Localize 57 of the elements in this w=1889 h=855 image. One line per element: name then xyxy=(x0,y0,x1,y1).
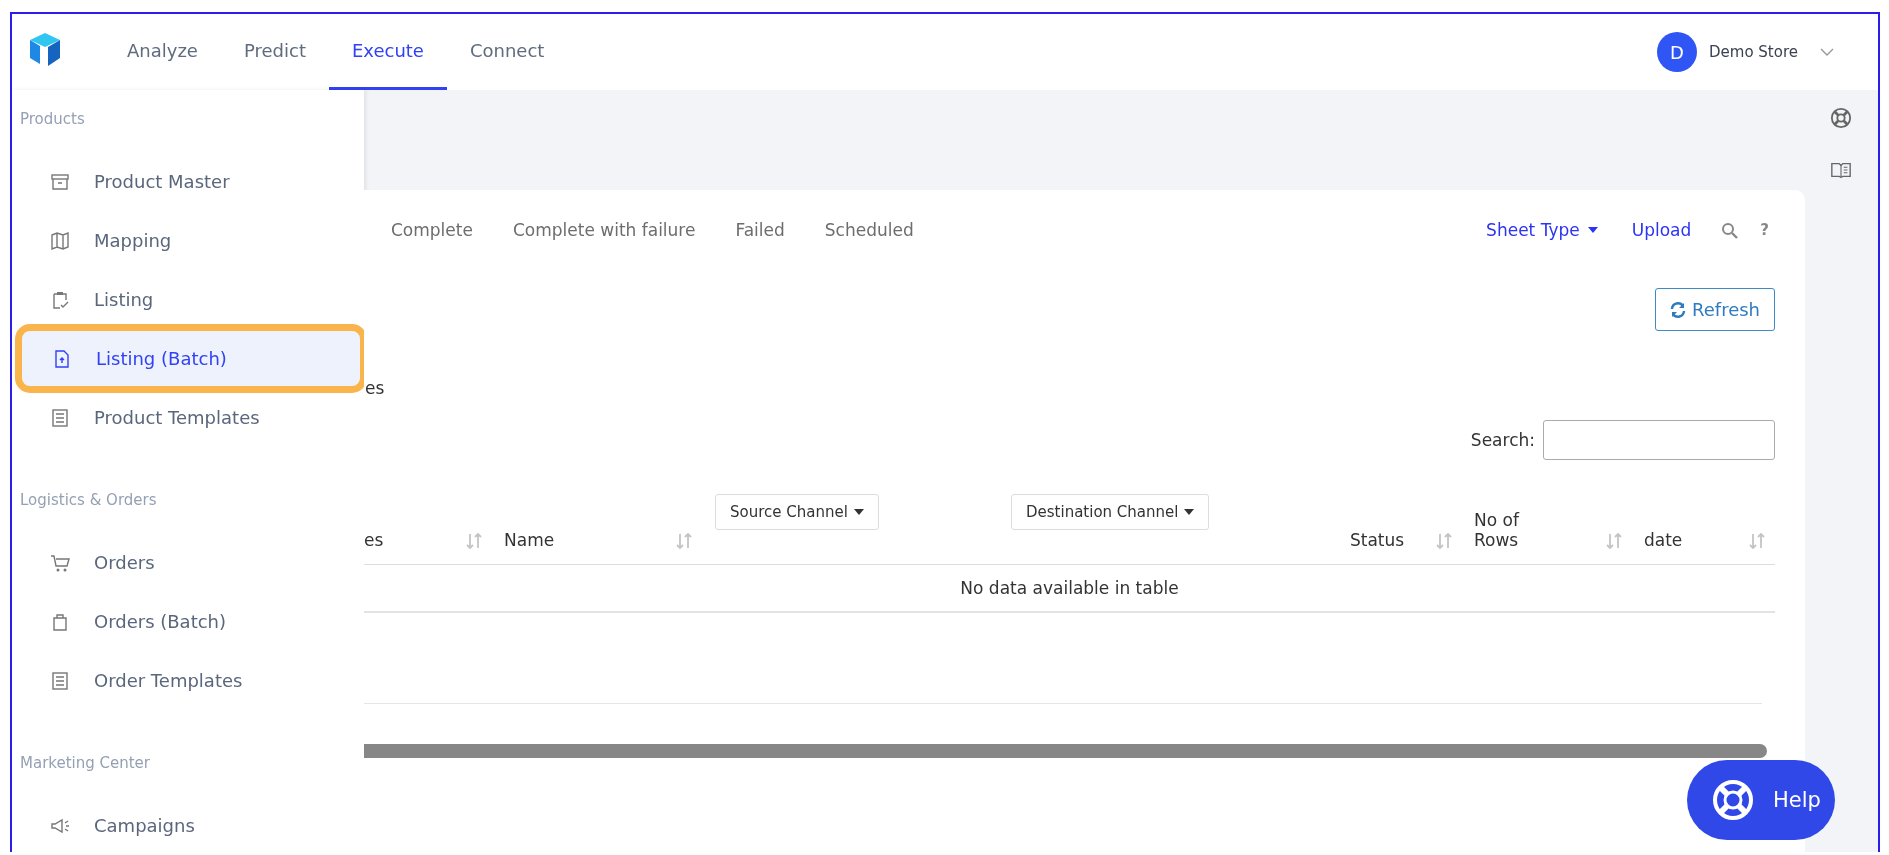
refresh-button[interactable]: Refresh xyxy=(1655,288,1775,331)
sort-arrows-icon xyxy=(1436,532,1452,550)
sidebar-item[interactable]: Listing xyxy=(20,272,360,327)
clipboard-check-icon xyxy=(50,289,70,310)
caret-icon xyxy=(1184,509,1195,515)
sort-arrows-icon xyxy=(1749,532,1765,550)
partial-text: es xyxy=(364,378,386,398)
upload-link[interactable]: Upload xyxy=(1631,220,1692,240)
sidebar-item[interactable]: Mapping xyxy=(20,213,360,268)
avatar[interactable]: D xyxy=(1657,32,1697,72)
horizontal-scrollbar[interactable] xyxy=(364,744,1767,758)
sort-arrows-icon xyxy=(1606,532,1622,550)
status-tab[interactable]: Complete with failure xyxy=(492,220,716,240)
nav-tab[interactable]: Connect xyxy=(446,14,568,90)
chevron-down-icon xyxy=(1820,47,1834,57)
map-icon xyxy=(50,230,70,251)
caret-icon xyxy=(1587,227,1598,233)
sidebar-item[interactable]: Product Templates xyxy=(20,390,360,445)
section-heading: Marketing Center xyxy=(19,753,151,774)
column-header[interactable]: date xyxy=(1644,530,1683,550)
sort-arrows-icon xyxy=(466,532,482,550)
sidebar-item[interactable]: Campaigns xyxy=(20,798,360,852)
shopping-bag-icon xyxy=(50,611,70,632)
column-header[interactable]: Name xyxy=(504,530,555,550)
file-upload-icon xyxy=(52,348,72,369)
help-question-mark[interactable]: ? xyxy=(1760,221,1769,239)
nav-tab[interactable]: Predict xyxy=(220,14,329,90)
status-tab[interactable]: Scheduled xyxy=(804,220,934,240)
sheet-type-dropdown[interactable]: Sheet Type xyxy=(1486,220,1598,240)
column-filter-dropdown[interactable]: Source Channel xyxy=(715,494,879,530)
sidebar-item[interactable]: Order Templates xyxy=(20,653,360,708)
refresh-icon xyxy=(1670,301,1686,318)
lifebuoy-icon[interactable] xyxy=(1829,107,1852,129)
sidebar-item[interactable]: Product Master xyxy=(20,154,360,209)
status-tab[interactable]: Complete xyxy=(364,220,493,240)
section-heading: Products xyxy=(19,109,86,130)
search-label: Search: xyxy=(1470,430,1535,450)
nav-tab[interactable]: Analyze xyxy=(104,14,221,90)
column-header[interactable]: Status xyxy=(1350,530,1405,550)
section-heading: Logistics & Orders xyxy=(19,490,158,511)
status-tab[interactable]: Failed xyxy=(715,220,805,240)
sidebar-item[interactable]: Orders (Batch) xyxy=(20,594,360,649)
document-lines-icon xyxy=(50,407,70,428)
column-filter-dropdown[interactable]: Destination Channel xyxy=(1011,494,1210,530)
empty-table-message: No data available in table xyxy=(364,565,1775,613)
column-header[interactable]: es xyxy=(364,530,384,550)
search-icon[interactable] xyxy=(1721,221,1739,239)
lifebuoy-icon xyxy=(1711,778,1755,822)
search-field[interactable] xyxy=(1543,420,1775,460)
archive-box-icon xyxy=(50,171,70,192)
cart-icon xyxy=(50,552,70,573)
document-lines-icon xyxy=(50,670,70,691)
column-header[interactable]: No of Rows xyxy=(1474,510,1544,550)
caret-icon xyxy=(853,509,864,515)
sidebar-item[interactable]: Orders xyxy=(20,535,360,590)
account-name[interactable]: Demo Store xyxy=(1709,43,1798,61)
sort-arrows-icon xyxy=(676,532,692,550)
